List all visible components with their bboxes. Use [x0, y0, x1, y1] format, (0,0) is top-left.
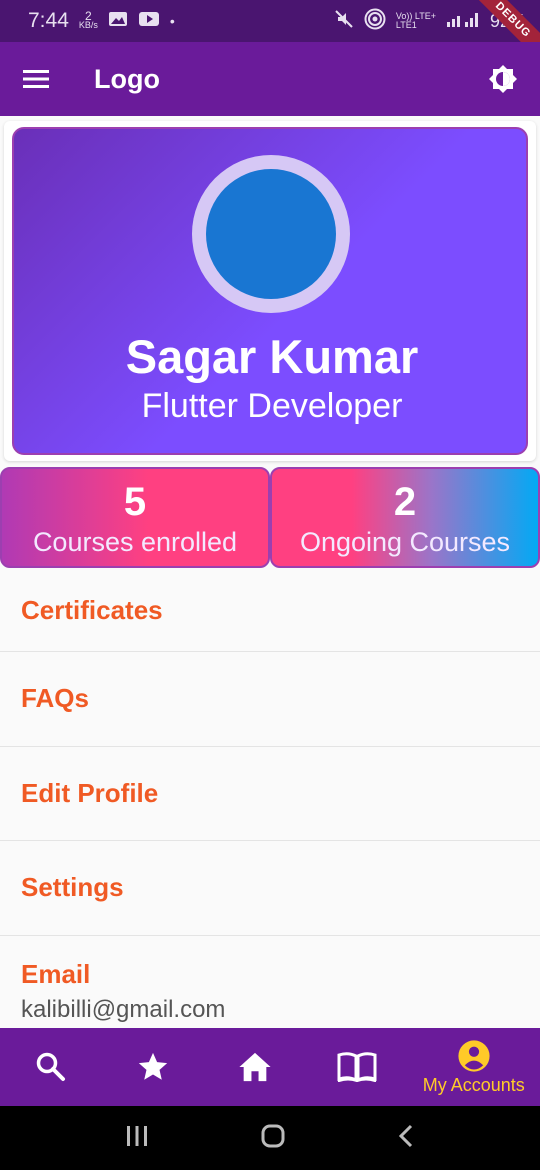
courses-enrolled-count: 5	[123, 480, 147, 524]
home-icon	[239, 1052, 271, 1082]
avatar[interactable]	[206, 169, 336, 299]
recent-apps-icon	[127, 1125, 148, 1146]
courses-enrolled-card[interactable]: 5 Courses enrolled	[0, 467, 270, 568]
home-circle-icon	[261, 1124, 285, 1147]
status-time: 7:44	[28, 9, 69, 32]
ongoing-courses-label: Ongoing Courses	[299, 527, 511, 557]
email-value: kalibilli@gmail.com	[21, 995, 226, 1023]
account-menu-list: Certificates FAQs Edit Profile Settings …	[0, 570, 540, 1031]
signal-icon	[446, 10, 480, 33]
profile-card: Sagar Kumar Flutter Developer	[12, 127, 528, 455]
recent-apps-button[interactable]	[125, 1125, 149, 1152]
net-speed: 2 KB/s	[78, 10, 98, 30]
youtube-icon	[138, 10, 160, 33]
nav-my-accounts-label: My Accounts	[422, 1074, 525, 1095]
dot-icon: •	[169, 13, 175, 29]
carrier-bottom: LTE1	[395, 20, 417, 30]
gallery-icon	[108, 10, 128, 33]
nav-favorites[interactable]	[102, 1028, 204, 1106]
menu-item-faqs[interactable]: FAQs	[0, 652, 540, 747]
menu-button[interactable]	[0, 42, 72, 116]
search-icon	[36, 1052, 65, 1081]
status-left: 7:44 2 KB/s •	[28, 9, 175, 33]
menu-item-label: FAQs	[21, 683, 89, 714]
mute-icon	[334, 9, 354, 34]
menu-item-edit-profile[interactable]: Edit Profile	[0, 747, 540, 841]
email-label: Email	[21, 958, 91, 989]
hamburger-menu-icon	[23, 70, 49, 88]
carrier-info: Vo)) LTE+ LTE1	[396, 12, 436, 30]
menu-item-label: Certificates	[21, 595, 163, 625]
menu-item-settings[interactable]: Settings	[0, 841, 540, 936]
avatar-ring	[192, 155, 350, 313]
system-navigation-bar	[0, 1106, 540, 1170]
status-bar: 7:44 2 KB/s • Vo)) LTE+ LTE1 DEBUG	[0, 0, 540, 66]
profile-card-container: Sagar Kumar Flutter Developer	[4, 121, 536, 461]
nav-home[interactable]	[204, 1028, 306, 1106]
account-circle-icon	[458, 1039, 490, 1072]
menu-item-certificates[interactable]: Certificates	[0, 570, 540, 652]
book-icon	[337, 1052, 377, 1082]
ongoing-courses-card[interactable]: 2 Ongoing Courses	[270, 467, 540, 568]
nav-library[interactable]	[306, 1028, 408, 1106]
courses-enrolled-label: Courses enrolled	[32, 527, 238, 557]
app-bar: Logo	[0, 42, 540, 116]
hotspot-icon	[364, 8, 386, 35]
theme-toggle-button[interactable]	[466, 42, 540, 116]
profile-name: Sagar Kumar	[125, 330, 419, 383]
brightness-icon	[489, 65, 517, 93]
net-speed-unit: KB/s	[78, 20, 98, 30]
ongoing-courses-count: 2	[393, 480, 417, 524]
back-button[interactable]	[397, 1124, 415, 1153]
profile-role: Flutter Developer	[141, 387, 403, 425]
menu-item-label: Settings	[21, 872, 124, 903]
menu-item-label: Edit Profile	[21, 777, 159, 808]
bottom-navigation: My Accounts	[0, 1028, 540, 1106]
app-title: Logo	[94, 63, 160, 94]
nav-search[interactable]	[0, 1028, 102, 1106]
nav-my-accounts[interactable]: My Accounts	[408, 1028, 540, 1106]
back-chevron-icon	[398, 1124, 412, 1147]
star-icon	[138, 1052, 167, 1080]
home-system-button[interactable]	[260, 1123, 286, 1154]
menu-item-email[interactable]: Email kalibilli@gmail.com	[0, 936, 540, 1031]
